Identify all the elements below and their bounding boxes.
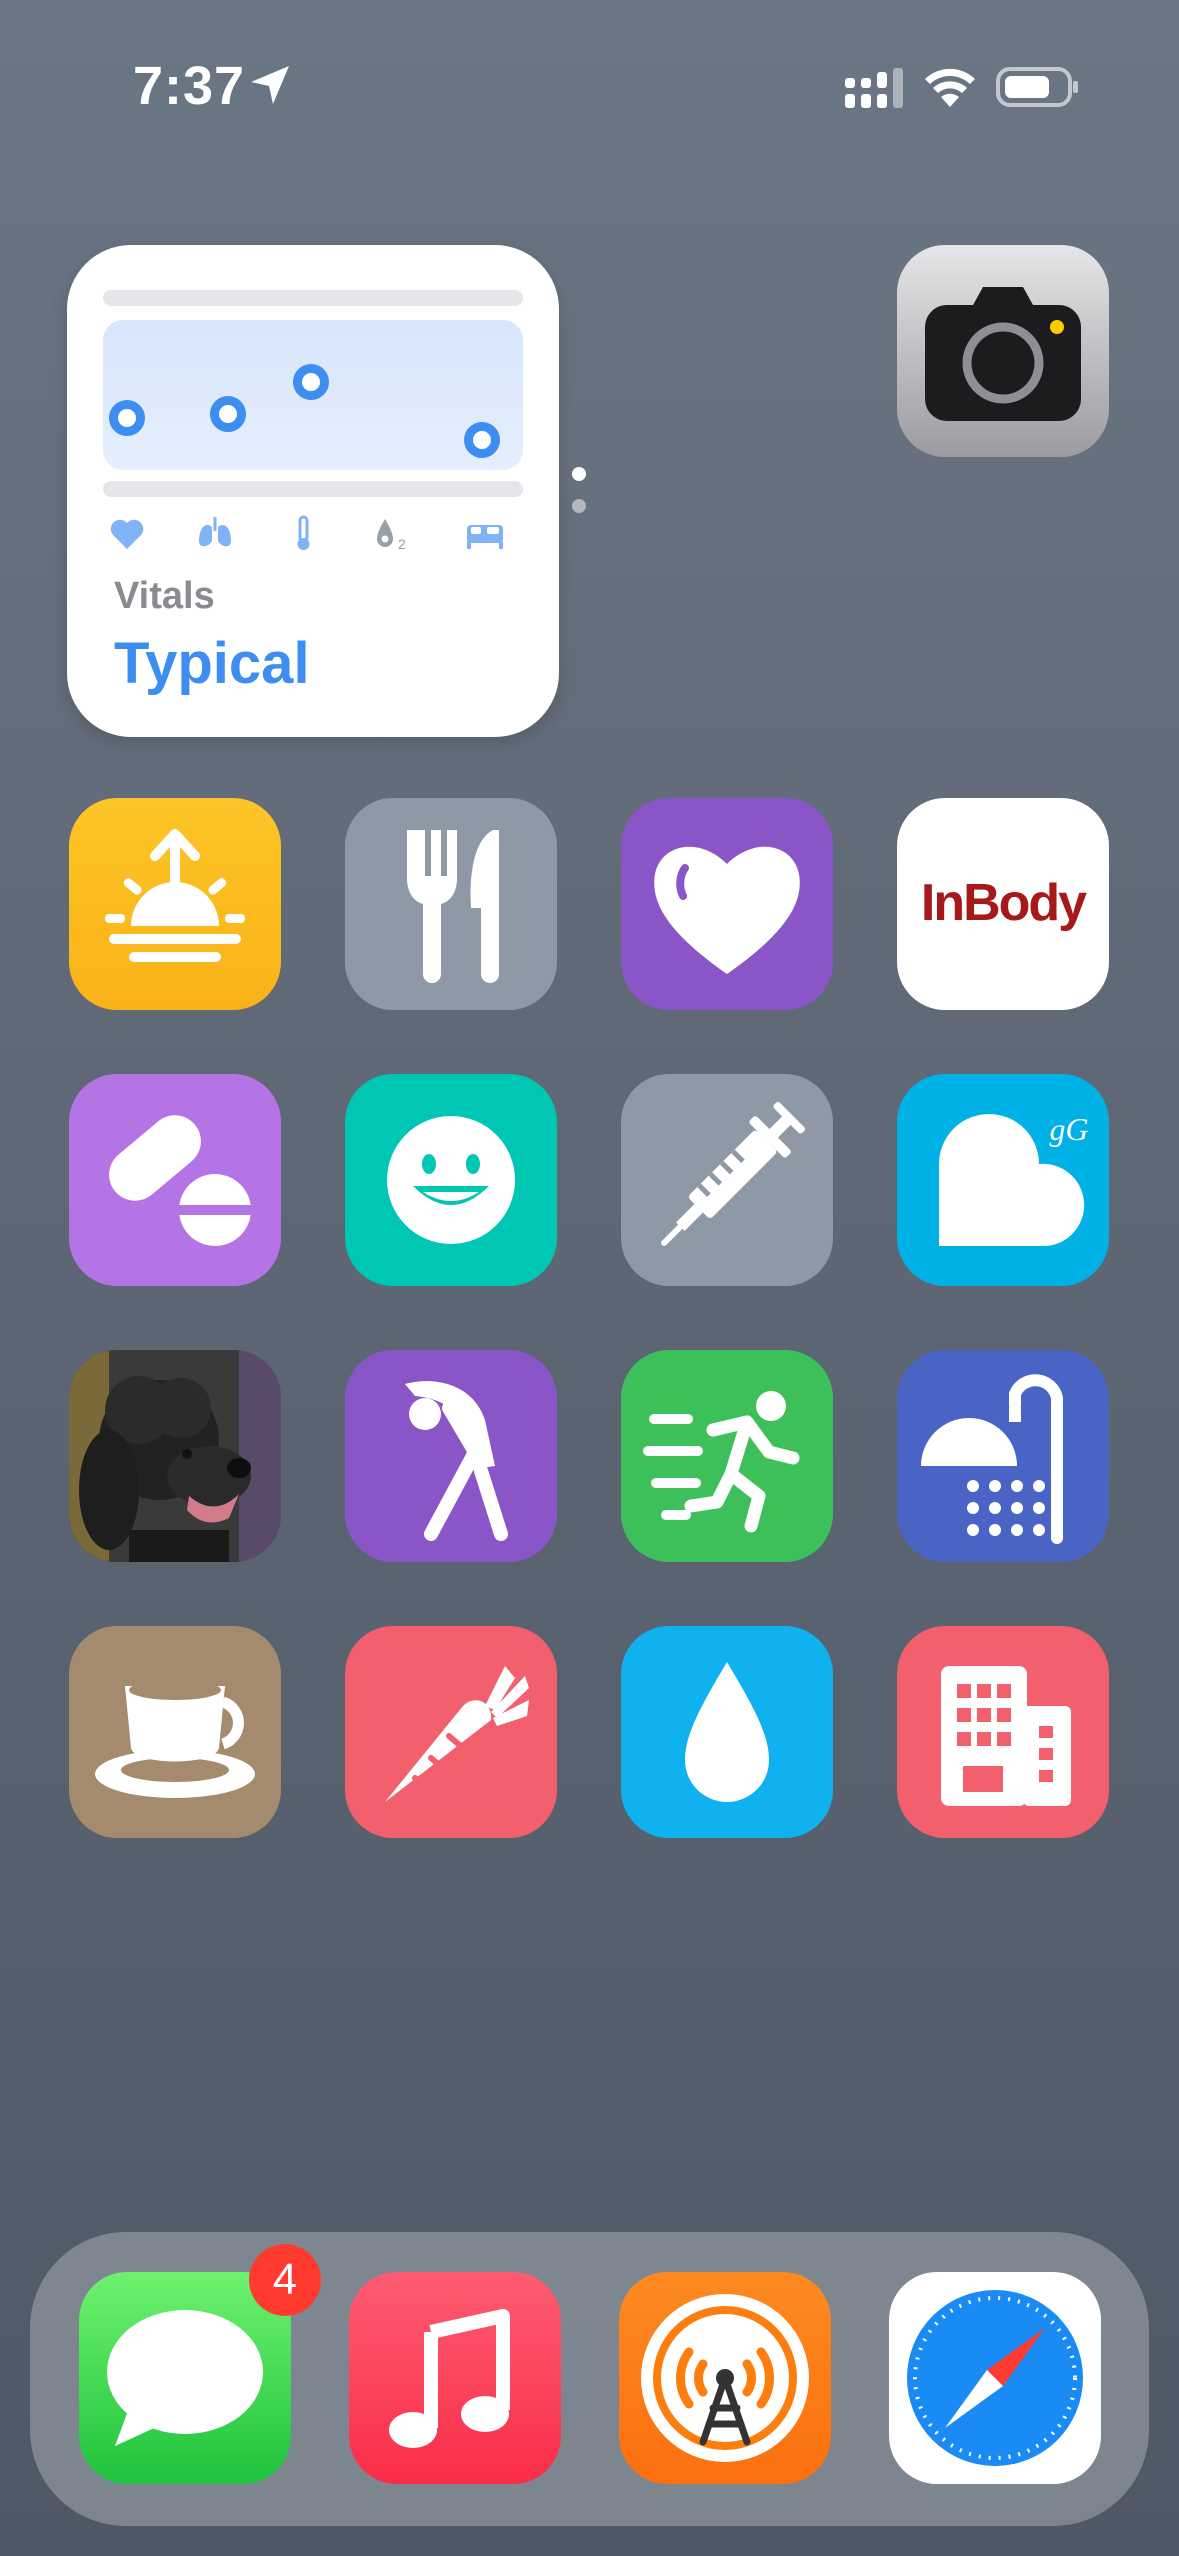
inbody-logo-text: InBody	[921, 874, 1087, 932]
sunrise-app[interactable]	[69, 798, 281, 1010]
water-drop-icon	[685, 1662, 769, 1802]
syringe-icon	[661, 1102, 805, 1246]
page-dot-active	[572, 467, 586, 481]
building-app[interactable]	[897, 1626, 1109, 1838]
location-arrow-icon	[251, 66, 289, 104]
mood-app[interactable]	[345, 1074, 557, 1286]
running-figure-icon	[643, 1391, 800, 1533]
food-app[interactable]	[345, 798, 557, 1010]
vitals-range-panel	[103, 320, 523, 470]
carrot-icon	[385, 1666, 529, 1802]
music-note-icon	[389, 2309, 510, 2448]
vitals-metric-icons: 2	[103, 513, 523, 553]
wifi-icon	[925, 68, 975, 107]
activity-app[interactable]	[621, 1350, 833, 1562]
heart-app[interactable]	[621, 798, 833, 1010]
heart-icon	[110, 519, 144, 549]
vitals-point	[293, 364, 329, 400]
building-icon	[941, 1666, 1071, 1806]
music-app[interactable]	[349, 2272, 561, 2484]
stretching-figure-icon	[405, 1381, 508, 1541]
gentler-app[interactable]: gG	[897, 1074, 1109, 1286]
inbody-logo: InBody	[921, 874, 1089, 932]
coffee-cup-icon	[95, 1680, 255, 1798]
battery-icon	[996, 67, 1078, 107]
heart-icon	[654, 846, 800, 974]
vegetables-app[interactable]	[345, 1626, 557, 1838]
medications-app[interactable]	[69, 1074, 281, 1286]
bed-icon	[467, 525, 503, 549]
dog-photo-app[interactable]	[69, 1350, 281, 1562]
vitals-point	[464, 422, 500, 458]
messages-badge: 4	[249, 2244, 321, 2316]
pills-icon	[109, 1115, 255, 1246]
thermometer-icon	[297, 515, 310, 550]
vitals-point	[210, 396, 246, 432]
status-time: 7:37	[133, 56, 246, 116]
sunrise-icon	[105, 829, 245, 962]
shower-app[interactable]	[897, 1350, 1109, 1562]
shower-icon	[921, 1374, 1063, 1544]
gentler-logo-text: gG	[1049, 1111, 1088, 1147]
page-dot	[572, 499, 586, 513]
status-bar: 7:37	[0, 0, 1179, 170]
widget-title: Vitals	[114, 575, 215, 617]
overcast-icon	[641, 2294, 809, 2462]
gentler-heart-icon: gG	[939, 1111, 1089, 1246]
injection-app[interactable]	[621, 1074, 833, 1286]
smiley-face-icon	[387, 1116, 515, 1244]
coffee-app[interactable]	[69, 1626, 281, 1838]
blood-oxygen-icon: 2	[377, 519, 406, 552]
stretching-app[interactable]	[345, 1350, 557, 1562]
inbody-app[interactable]: InBody	[897, 798, 1109, 1010]
overcast-app[interactable]	[619, 2272, 831, 2484]
safari-compass-icon	[907, 2290, 1083, 2466]
camera-app[interactable]	[897, 245, 1109, 457]
vitals-widget[interactable]: 2 Vitals Typical	[67, 245, 559, 737]
widget-bottom-bar	[103, 481, 523, 497]
widget-status-value: Typical	[114, 631, 310, 696]
safari-app[interactable]	[889, 2272, 1101, 2484]
fork-knife-icon	[407, 830, 499, 983]
o2-subscript: 2	[398, 536, 406, 552]
camera-icon	[925, 287, 1081, 421]
vitals-point	[109, 400, 145, 436]
cellular-signal-icon	[845, 68, 903, 108]
lungs-icon	[199, 517, 231, 547]
dog-photo-icon	[69, 1350, 281, 1562]
water-app[interactable]	[621, 1626, 833, 1838]
widget-stack-indicator	[572, 465, 588, 515]
widget-top-bar	[103, 290, 523, 306]
